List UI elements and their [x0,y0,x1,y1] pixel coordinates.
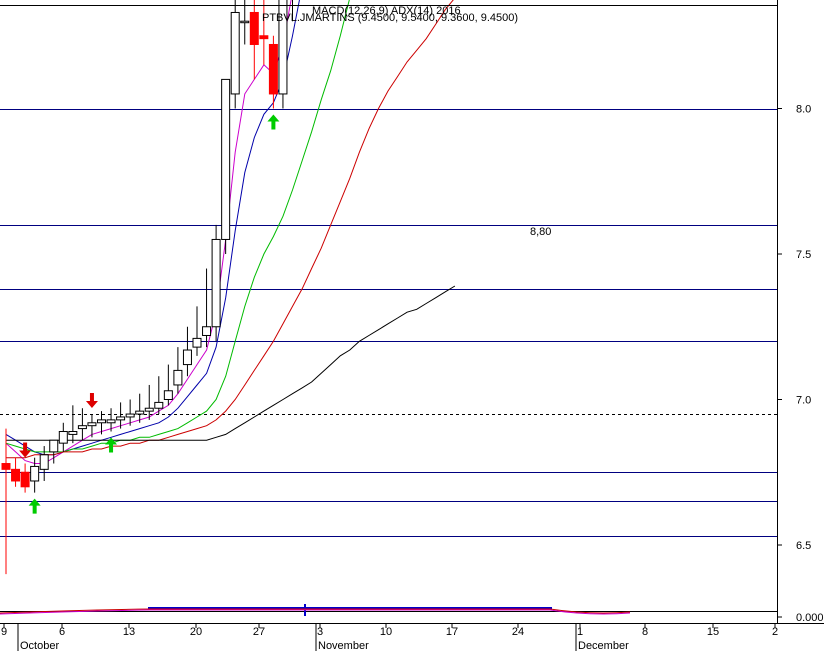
candle-body [192,337,202,348]
candle-body [106,419,116,424]
candle-body [49,439,59,453]
candle-body [1,463,11,470]
candle-body [97,419,106,424]
candle-body [58,431,68,444]
y-tick-label: 8.0 [796,104,811,116]
x-tick-label: 8 [642,626,648,638]
candle-body [182,349,192,366]
plot-background [0,0,777,623]
stock-chart: 10.510.09.59.08.58.07.57.06.50.000961320… [0,0,824,651]
candle-body [173,369,183,386]
x-tick-label: 20 [190,626,202,638]
candle-body [68,431,78,435]
y-tick-label: 0.000 [796,612,824,624]
candle-body [30,465,40,482]
x-tick-label: 1 [577,626,583,638]
candle-body [20,471,30,488]
y-tick-label: 7.5 [796,249,811,261]
candle-body [249,11,259,45]
candle-body [211,238,221,328]
x-tick-label: 3 [317,626,323,638]
candle-body [221,78,231,240]
candle-body [11,468,21,482]
candle-body [230,11,240,95]
x-tick-label: 17 [446,626,458,638]
candle-body [163,390,173,400]
candle-body [240,20,250,24]
month-label: November [318,640,369,651]
candle-body [135,410,145,415]
month-label: October [20,640,59,651]
x-tick-label: 27 [253,626,265,638]
candle-body [39,454,49,470]
candle-body [125,413,135,418]
candle-body [202,326,212,336]
candle-body [116,416,126,421]
x-tick-label: 2 [772,626,778,638]
x-tick-label: 15 [707,626,719,638]
candle-body [144,407,154,412]
support-label: 8,80 [530,226,551,238]
x-tick-label: 9 [1,626,7,638]
candle-body [77,425,87,430]
candle-body [87,422,97,427]
candle-body [268,43,278,95]
chart-title: PTBVL.JMARTINS (9.4500, 9.5400, 9.3600, … [262,12,518,24]
y-tick-label: 7.0 [796,395,811,407]
x-tick-label: 10 [380,626,392,638]
candle-body [259,35,269,40]
x-tick-label: 6 [59,626,65,638]
candle-body [154,401,164,409]
month-label: December [578,640,629,651]
y-tick-label: 6.5 [796,540,811,552]
x-tick-label: 13 [123,626,135,638]
x-tick-label: 24 [512,626,524,638]
